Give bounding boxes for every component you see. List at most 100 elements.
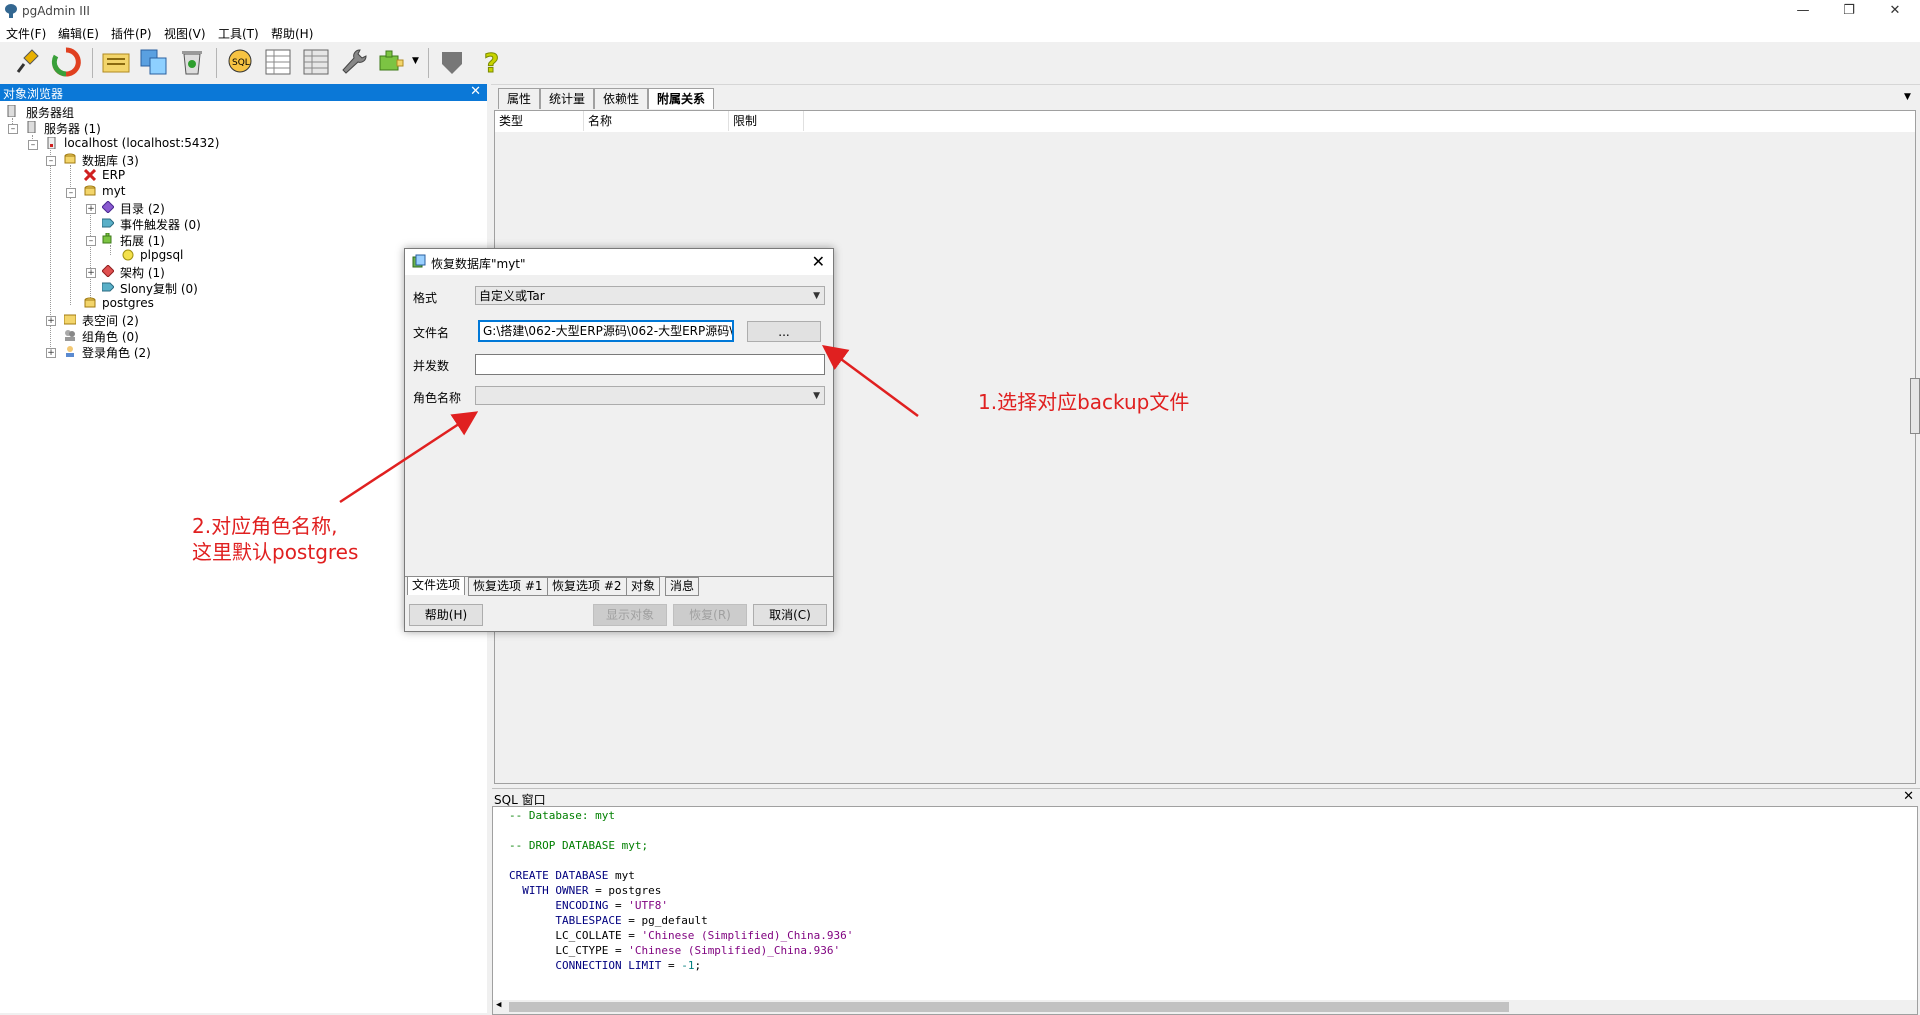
svg-text:?: ? bbox=[484, 49, 499, 78]
tab-dependents[interactable]: 附属关系 bbox=[648, 88, 715, 109]
sql-icon[interactable]: SQL bbox=[224, 46, 256, 78]
sql-window-header: SQL 窗口 ✕ bbox=[492, 788, 1920, 807]
tab-dependencies[interactable]: 依赖性 bbox=[594, 88, 649, 109]
tree-item-erp[interactable]: ERP bbox=[102, 168, 125, 182]
expand-icon[interactable]: + bbox=[46, 348, 56, 358]
plugins-icon[interactable] bbox=[376, 46, 408, 78]
minimize-button[interactable]: — bbox=[1780, 0, 1826, 22]
close-icon[interactable]: ✕ bbox=[470, 84, 481, 99]
tree-item-group-roles[interactable]: 组角色 (0) bbox=[82, 328, 139, 345]
close-icon[interactable]: ✕ bbox=[812, 252, 825, 271]
menu-edit[interactable]: 编辑(E) bbox=[58, 25, 99, 42]
collapse-icon[interactable]: – bbox=[66, 188, 76, 198]
restore-button[interactable]: 恢复(R) bbox=[673, 604, 747, 626]
cancel-button[interactable]: 取消(C) bbox=[753, 604, 827, 626]
tree-item-tablespaces[interactable]: 表空间 (2) bbox=[82, 312, 139, 329]
role-select[interactable]: ▼ bbox=[475, 386, 825, 405]
collapse-icon[interactable]: – bbox=[28, 140, 38, 150]
schema-icon bbox=[102, 265, 114, 277]
tree-item-extensions[interactable]: 拓展 (1) bbox=[120, 232, 165, 249]
tree-item-login-roles[interactable]: 登录角色 (2) bbox=[82, 344, 151, 361]
server-icon bbox=[27, 121, 36, 133]
menu-plugins[interactable]: 插件(P) bbox=[111, 25, 152, 42]
jobs-input[interactable] bbox=[475, 354, 825, 375]
menu-tools[interactable]: 工具(T) bbox=[218, 25, 259, 42]
tab-objects[interactable]: 对象 bbox=[626, 577, 661, 596]
jobs-label: 并发数 bbox=[413, 359, 450, 373]
tablespace-icon bbox=[64, 314, 76, 325]
format-value: 自定义或Tar bbox=[479, 289, 545, 303]
expand-icon[interactable]: + bbox=[86, 268, 96, 278]
sql-line: ENCODING = 'UTF8' bbox=[555, 899, 668, 912]
dialog-titlebar: 恢复数据库"myt" ✕ bbox=[405, 249, 833, 275]
column-header-name[interactable]: 名称 bbox=[584, 111, 729, 131]
tree-item-schemas[interactable]: 架构 (1) bbox=[120, 264, 165, 281]
refresh-icon[interactable] bbox=[50, 46, 82, 78]
horizontal-scrollbar[interactable]: ◀ bbox=[493, 1000, 1917, 1014]
tree-item-event-triggers[interactable]: 事件触发器 (0) bbox=[120, 216, 201, 233]
expand-icon[interactable]: + bbox=[46, 316, 56, 326]
restore-button[interactable]: ❐ bbox=[1826, 0, 1872, 22]
group-roles-icon bbox=[65, 330, 75, 341]
tree-item-server-group[interactable]: 服务器组 bbox=[26, 104, 74, 121]
expand-icon[interactable]: + bbox=[86, 204, 96, 214]
drop-icon[interactable] bbox=[176, 46, 208, 78]
chevron-down-icon: ▼ bbox=[813, 391, 820, 401]
sql-line: -- DROP DATABASE myt; bbox=[509, 839, 649, 852]
browse-button[interactable]: ... bbox=[747, 321, 821, 342]
tree-item-myt[interactable]: myt bbox=[102, 184, 126, 198]
close-button[interactable]: ✕ bbox=[1872, 0, 1918, 22]
connect-icon[interactable] bbox=[12, 46, 44, 78]
column-header-type[interactable]: 类型 bbox=[495, 111, 584, 131]
collapse-icon[interactable]: – bbox=[46, 156, 56, 166]
filename-input[interactable]: G:\搭建\062-大型ERP源码\062-大型ERP源码\I bbox=[478, 320, 734, 342]
menu-view[interactable]: 视图(V) bbox=[164, 25, 206, 42]
tab-restore-options-1[interactable]: 恢复选项 #1 bbox=[468, 577, 548, 596]
menu-help[interactable]: 帮助(H) bbox=[271, 25, 313, 42]
tree-item-databases[interactable]: 数据库 (3) bbox=[82, 152, 139, 169]
collapse-icon[interactable]: – bbox=[86, 236, 96, 246]
help-icon[interactable]: ? bbox=[476, 46, 508, 79]
annotation-2-line1: 2.对应角色名称, bbox=[192, 514, 338, 538]
tree-item-catalogs[interactable]: 目录 (2) bbox=[120, 200, 165, 217]
filename-label: 文件名 bbox=[413, 326, 450, 340]
sql-line: WITH OWNER = postgres bbox=[522, 884, 662, 897]
login-roles-icon bbox=[66, 346, 74, 357]
format-select[interactable]: 自定义或Tar ▼ bbox=[475, 286, 825, 305]
show-objects-button[interactable]: 显示对象 bbox=[593, 604, 667, 626]
help-button[interactable]: 帮助(H) bbox=[409, 604, 483, 626]
close-icon[interactable]: ✕ bbox=[1903, 789, 1914, 804]
database-disconnected-icon bbox=[84, 169, 96, 181]
tab-restore-options-2[interactable]: 恢复选项 #2 bbox=[547, 577, 627, 596]
sql-line: LC_COLLATE = 'Chinese (Simplified)_China… bbox=[509, 929, 854, 942]
maintenance-icon[interactable] bbox=[338, 46, 370, 78]
view-data-icon[interactable] bbox=[262, 46, 294, 78]
menu-file[interactable]: 文件(F) bbox=[6, 25, 46, 42]
hint-icon[interactable] bbox=[436, 46, 468, 78]
tab-statistics[interactable]: 统计量 bbox=[540, 88, 595, 109]
column-header-restriction[interactable]: 限制 bbox=[729, 111, 804, 131]
annotation-2-line2: 这里默认postgres bbox=[192, 540, 359, 564]
sql-editor[interactable]: -- Database: myt -- DROP DATABASE myt; C… bbox=[492, 806, 1918, 1015]
properties-icon[interactable] bbox=[100, 46, 132, 78]
tree-item-postgres[interactable]: postgres bbox=[102, 296, 154, 310]
window-titlebar: pgAdmin III — ❐ ✕ bbox=[0, 0, 1920, 22]
tree-item-servers[interactable]: 服务器 (1) bbox=[44, 120, 101, 137]
tree-item-plpgsql[interactable]: plpgsql bbox=[140, 248, 183, 262]
scroll-left-icon[interactable]: ◀ bbox=[496, 1000, 501, 1010]
filtered-data-icon[interactable] bbox=[300, 46, 332, 78]
scrollbar-thumb[interactable] bbox=[509, 1002, 1509, 1012]
tree-item-localhost[interactable]: localhost (localhost:5432) bbox=[64, 136, 220, 150]
splitter-handle[interactable] bbox=[1910, 378, 1920, 434]
toolbar: SQL ▼ ? bbox=[0, 42, 1920, 85]
object-browser-header: 对象浏览器 ✕ bbox=[0, 84, 487, 101]
collapse-icon[interactable]: – bbox=[8, 124, 18, 134]
tabs-menu-icon[interactable]: ▼ bbox=[1904, 92, 1911, 102]
plugins-dropdown-icon[interactable]: ▼ bbox=[412, 56, 419, 66]
sql-line: CREATE DATABASE myt bbox=[509, 869, 635, 882]
tab-file-options[interactable]: 文件选项 bbox=[407, 576, 466, 595]
tree-item-slony[interactable]: Slony复制 (0) bbox=[120, 280, 198, 297]
create-icon[interactable] bbox=[138, 46, 170, 78]
tab-properties[interactable]: 属性 bbox=[498, 88, 541, 109]
tab-messages[interactable]: 消息 bbox=[665, 577, 700, 596]
